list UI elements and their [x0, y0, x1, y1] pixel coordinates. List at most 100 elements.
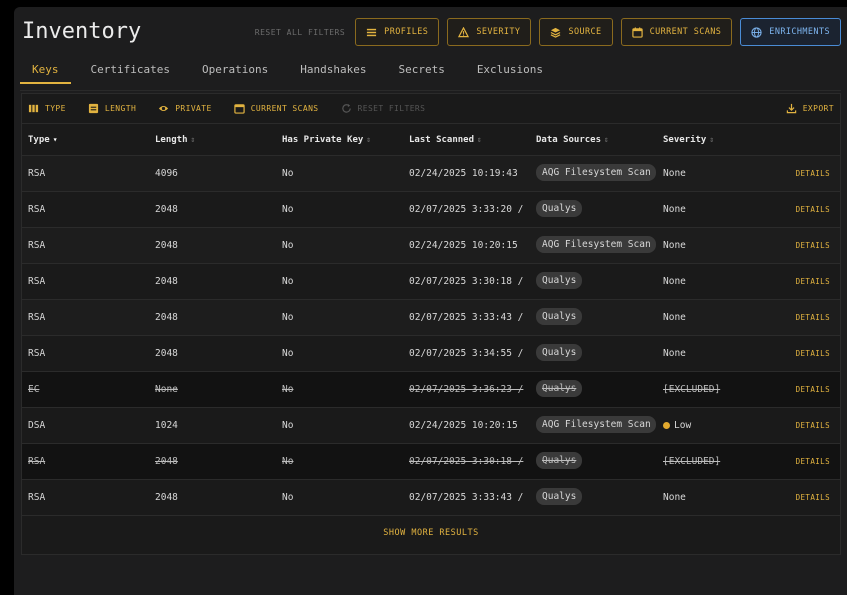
severity-label: SEVERITY	[476, 27, 521, 37]
source-pill: AQG Filesystem Scan	[536, 415, 656, 433]
profiles-button[interactable]: PROFILES	[355, 18, 440, 46]
cell-last-scanned: 02/07/2025 3:33:43 /	[409, 312, 524, 323]
cell-type: RSA	[28, 456, 46, 467]
column-header-severity[interactable]: Severity ⇕	[657, 135, 767, 145]
details-link[interactable]: DETAILS	[796, 385, 830, 394]
table-row: RSA 2048 No 02/24/2025 10:20:15 AQG Filesyst…	[22, 228, 840, 264]
cell-private-key: No	[282, 312, 294, 323]
enrichments-button[interactable]: ENRICHMENTS	[740, 18, 841, 46]
column-header-type[interactable]: Type ▾	[22, 135, 149, 145]
show-more-results-button[interactable]: SHOW MORE RESULTS	[22, 516, 840, 549]
details-link[interactable]: DETAILS	[796, 169, 830, 178]
cell-private-key: No	[282, 456, 294, 467]
current-scans-filter-button[interactable]: CURRENT SCANS	[234, 103, 319, 114]
tab-operations[interactable]: Operations	[190, 63, 280, 84]
inventory-panel: TYPE LENGTH PRIVATE CURRENT SCANS RESET …	[21, 93, 841, 555]
cell-actions: DETAILS	[767, 384, 840, 395]
cell-data-source: Qualys	[530, 271, 657, 292]
source-pill: Qualys	[536, 379, 583, 397]
layers-icon	[551, 27, 561, 38]
warning-icon	[458, 26, 470, 37]
columns-icon	[28, 104, 39, 113]
cell-last-scanned: 02/07/2025 3:33:20 /	[409, 204, 524, 215]
private-filter-button[interactable]: PRIVATE	[158, 103, 212, 114]
table-row: EC None No 02/07/2025 3:36:23 / Qualys [EXCLU…	[22, 372, 840, 408]
profiles-label: PROFILES	[384, 27, 429, 37]
details-link[interactable]: DETAILS	[796, 457, 830, 466]
cell-type: RSA	[28, 492, 46, 503]
cell-type: RSA	[28, 204, 46, 215]
cell-last-scanned: 02/07/2025 3:33:43 /	[409, 492, 524, 503]
cell-last-scanned: 02/07/2025 3:34:55 /	[409, 348, 524, 359]
tab-keys[interactable]: Keys	[20, 63, 71, 84]
source-button[interactable]: SOURCE	[539, 18, 613, 46]
sort-icon: ⇕	[709, 134, 715, 144]
reset-all-filters-link[interactable]: RESET ALL FILTERS	[255, 28, 345, 37]
cell-length: 2048	[155, 276, 178, 287]
export-button[interactable]: EXPORT	[786, 103, 834, 114]
reset-filters-label: RESET FILTERS	[357, 104, 426, 113]
details-link[interactable]: DETAILS	[796, 313, 830, 322]
cell-data-source: Qualys	[530, 307, 657, 328]
details-link[interactable]: DETAILS	[796, 205, 830, 214]
details-link[interactable]: DETAILS	[796, 241, 830, 250]
cell-length: 2048	[155, 456, 178, 467]
table-row: DSA 1024 No 02/24/2025 10:20:15 AQG Filesyst…	[22, 408, 840, 444]
column-header-length[interactable]: Length ⇕	[149, 135, 276, 145]
column-header-private-key[interactable]: Has Private Key ⇕	[276, 135, 403, 145]
private-filter-label: PRIVATE	[175, 104, 212, 113]
source-pill: Qualys	[536, 343, 583, 361]
cell-length: 1024	[155, 420, 178, 431]
reset-filters-button[interactable]: RESET FILTERS	[341, 103, 426, 114]
cell-last-scanned: 02/24/2025 10:19:43	[409, 168, 518, 179]
cell-actions: DETAILS	[767, 420, 840, 431]
cell-severity: None	[657, 312, 767, 323]
length-filter-button[interactable]: LENGTH	[88, 103, 136, 114]
source-label: SOURCE	[568, 27, 602, 37]
severity-button[interactable]: SEVERITY	[447, 18, 532, 46]
cell-private-key: No	[282, 492, 294, 503]
cell-actions: DETAILS	[767, 348, 840, 359]
table-row: RSA 2048 No 02/07/2025 3:33:20 / Qualys None D…	[22, 192, 840, 228]
current-scans-button[interactable]: CURRENT SCANS	[620, 18, 733, 46]
top-actions: RESET ALL FILTERS PROFILES SEVERITY SOUR…	[255, 18, 841, 46]
cell-length: 2048	[155, 240, 178, 251]
tab-exclusions[interactable]: Exclusions	[465, 63, 555, 84]
tab-certificates[interactable]: Certificates	[79, 63, 182, 84]
details-link[interactable]: DETAILS	[796, 349, 830, 358]
column-header-last-scanned[interactable]: Last Scanned ⇕	[403, 135, 530, 145]
type-filter-button[interactable]: TYPE	[28, 103, 66, 114]
severity-dot-icon	[663, 422, 670, 429]
cell-data-source: Qualys	[530, 343, 657, 364]
cell-type: DSA	[28, 420, 46, 431]
cell-last-scanned: 02/07/2025 3:30:18 /	[409, 456, 524, 467]
table-row: RSA 2048 No 02/07/2025 3:30:18 / Qualys None D…	[22, 264, 840, 300]
cell-length: 4096	[155, 168, 178, 179]
current-scans-filter-label: CURRENT SCANS	[250, 104, 319, 113]
table-header: Type ▾ Length ⇕ Has Private Key ⇕ Last Scan…	[22, 124, 840, 156]
column-header-data-sources[interactable]: Data Sources ⇕	[530, 135, 657, 145]
cell-severity: None	[657, 276, 767, 287]
sort-icon: ⇕	[366, 134, 372, 144]
cell-actions: DETAILS	[767, 492, 840, 503]
ruler-icon	[88, 103, 98, 114]
cell-actions: DETAILS	[767, 276, 840, 287]
cell-type: RSA	[28, 240, 46, 251]
cell-private-key: No	[282, 420, 294, 431]
cell-length: 2048	[155, 348, 178, 359]
table-row: RSA 2048 No 02/07/2025 3:33:43 / Qualys None D…	[22, 300, 840, 336]
tab-secrets[interactable]: Secrets	[386, 63, 456, 84]
cell-actions: DETAILS	[767, 312, 840, 323]
column-label: Last Scanned	[409, 134, 475, 145]
cell-last-scanned: 02/24/2025 10:20:15	[409, 420, 518, 431]
cell-private-key: No	[282, 276, 294, 287]
details-link[interactable]: DETAILS	[796, 277, 830, 286]
table-row: RSA 4096 No 02/24/2025 10:19:43 AQG Filesyst…	[22, 156, 840, 192]
details-link[interactable]: DETAILS	[796, 421, 830, 430]
cell-data-source: AQG Filesystem Scan	[530, 163, 657, 184]
cell-last-scanned: 02/24/2025 10:20:15	[409, 240, 518, 251]
cell-private-key: No	[282, 168, 294, 179]
cell-type: EC	[28, 384, 40, 395]
details-link[interactable]: DETAILS	[796, 493, 830, 502]
tab-handshakes[interactable]: Handshakes	[288, 63, 378, 84]
